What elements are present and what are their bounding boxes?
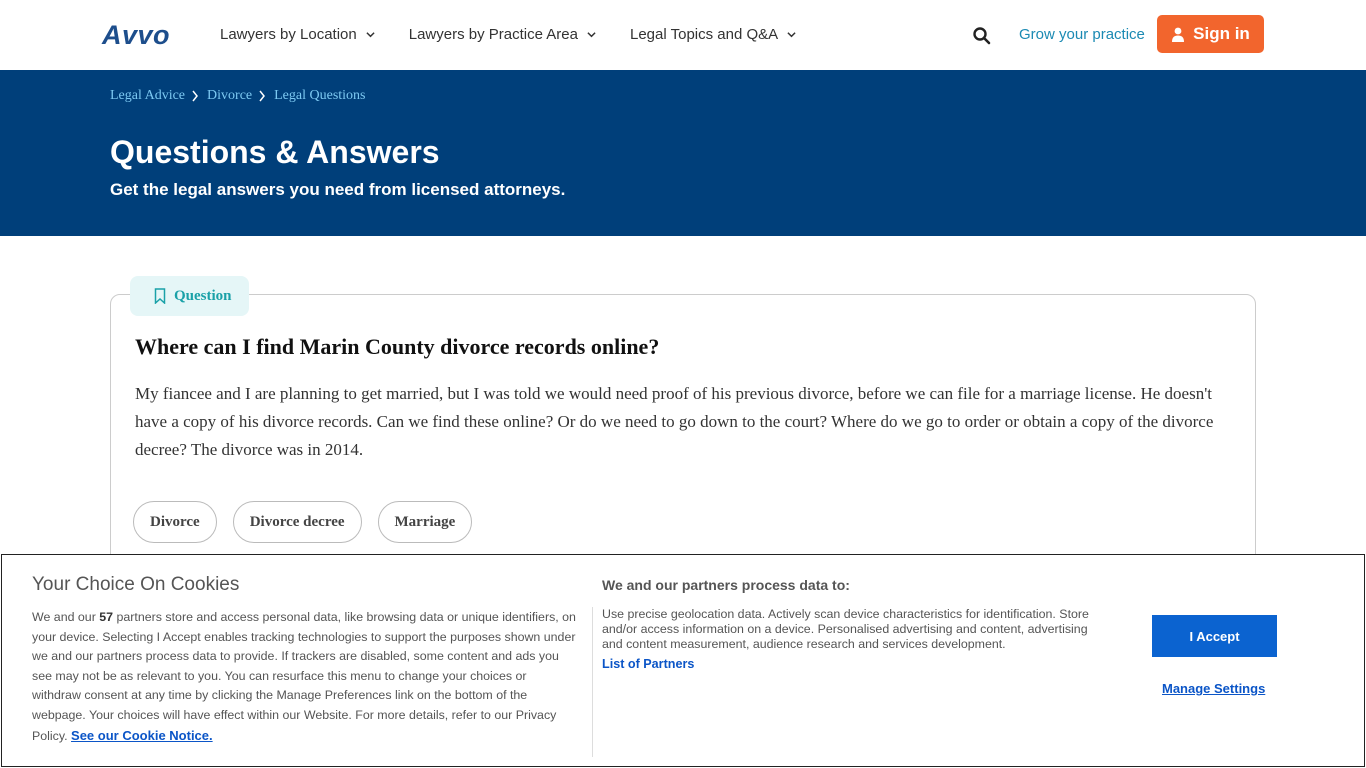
cookie-text-after: partners store and access personal data,… [32,610,576,743]
tag-marriage[interactable]: Marriage [377,501,473,543]
cookie-text-before: We and our [32,610,100,624]
chevron-down-icon [787,32,796,38]
chevron-down-icon [366,32,375,38]
page-subtitle: Get the legal answers you need from lice… [110,180,566,199]
top-navigation-bar: Avvo Lawyers by Location Lawyers by Prac… [0,0,1366,70]
nav-legal-topics-qa[interactable]: Legal Topics and Q&A [630,26,796,43]
sign-in-label: Sign in [1193,24,1250,43]
breadcrumb-legal-advice[interactable]: Legal Advice [110,88,185,104]
cookie-notice-link[interactable]: See our Cookie Notice. [71,728,213,743]
cookie-divider [592,607,593,757]
cookie-purpose-text: Use precise geolocation data. Actively s… [602,607,1089,651]
chevron-down-icon [587,32,596,38]
cookie-purpose-title: We and our partners process data to: [602,577,850,593]
breadcrumb-divorce[interactable]: Divorce [207,88,252,104]
partner-count: 57 [99,610,114,624]
question-tags: Divorce Divorce decree Marriage [133,501,473,543]
question-type-badge: Question [130,276,249,316]
accept-cookies-button[interactable]: I Accept [1152,615,1277,657]
nav-label: Lawyers by Practice Area [408,26,578,43]
tag-divorce[interactable]: Divorce [133,501,217,543]
nav-lawyers-by-location[interactable]: Lawyers by Location [220,26,375,43]
main-nav: Lawyers by Location Lawyers by Practice … [220,26,830,43]
grow-your-practice-link[interactable]: Grow your practice [1019,26,1145,43]
question-body: My fiancee and I are planning to get mar… [135,384,1214,459]
cookie-description: We and our 57 partners store and access … [32,608,577,746]
page-title: Questions & Answers [110,134,440,170]
breadcrumb: Legal Advice Divorce Legal Questions [110,88,366,104]
chevron-right-icon [259,90,266,102]
breadcrumb-legal-questions[interactable]: Legal Questions [274,88,365,104]
avvo-logo[interactable]: Avvo [102,20,170,51]
bookmark-icon [154,288,166,304]
tag-divorce-decree[interactable]: Divorce decree [232,501,362,543]
list-of-partners-link[interactable]: List of Partners [602,657,694,671]
nav-label: Lawyers by Location [220,26,357,43]
chevron-right-icon [192,90,198,102]
hero-banner: Legal Advice Divorce Legal Questions Que… [0,70,1366,236]
cookie-consent-banner: Your Choice On Cookies We and our 57 par… [1,554,1365,767]
manage-settings-link[interactable]: Manage Settings [1162,681,1265,696]
nav-label: Legal Topics and Q&A [630,26,779,43]
nav-lawyers-by-practice-area[interactable]: Lawyers by Practice Area [409,26,596,43]
sign-in-button[interactable]: Sign in [1157,15,1264,53]
question-title: Where can I find Marin County divorce re… [135,334,660,359]
cookie-title: Your Choice On Cookies [32,574,240,595]
user-icon [1172,27,1185,42]
search-icon[interactable] [972,26,992,46]
question-badge-label: Question [174,287,232,304]
